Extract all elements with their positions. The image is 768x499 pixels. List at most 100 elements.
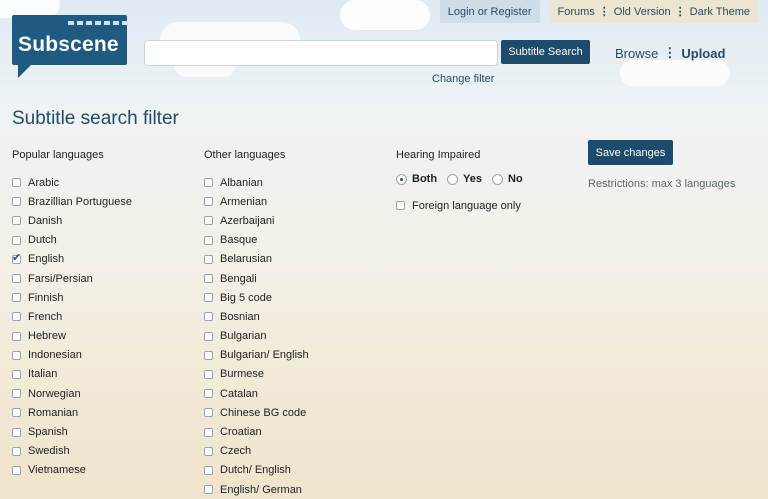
save-changes-button[interactable]: Save changes xyxy=(588,140,673,165)
language-checkbox[interactable] xyxy=(204,350,213,360)
subtitle-search-button[interactable]: Subtitle Search xyxy=(501,40,590,64)
language-option[interactable]: Bosnian xyxy=(204,307,309,326)
login-register-link[interactable]: Login or Register xyxy=(439,0,540,23)
language-option[interactable]: Dutch/ English xyxy=(204,461,309,480)
language-option[interactable]: Belarusian xyxy=(204,250,309,269)
language-checkbox[interactable] xyxy=(204,369,213,379)
language-option[interactable]: Azerbaijani xyxy=(204,211,309,230)
language-option[interactable]: Armenian xyxy=(204,192,309,211)
language-option[interactable]: Dutch xyxy=(12,231,132,250)
hearing-radio-label: Yes xyxy=(463,173,483,185)
language-checkbox[interactable] xyxy=(204,254,213,264)
language-checkbox[interactable] xyxy=(12,235,21,245)
language-checkbox[interactable] xyxy=(204,312,213,322)
language-checkbox[interactable] xyxy=(12,350,21,360)
foreign-language-only-checkbox[interactable] xyxy=(396,201,405,211)
language-option[interactable]: Arabic xyxy=(12,173,132,192)
forums-link[interactable]: Forums xyxy=(558,6,595,18)
foreign-language-only-option[interactable]: Foreign language only xyxy=(396,196,533,215)
language-checkbox[interactable] xyxy=(12,389,21,399)
language-checkbox[interactable] xyxy=(204,331,213,341)
language-checkbox[interactable] xyxy=(12,312,21,322)
language-checkbox[interactable] xyxy=(12,465,21,475)
language-option[interactable]: Czech xyxy=(204,442,309,461)
language-checkbox[interactable] xyxy=(204,446,213,456)
language-label: Spanish xyxy=(28,426,68,439)
cloud-decoration xyxy=(620,60,730,86)
language-checkbox[interactable] xyxy=(12,331,21,341)
language-checkbox[interactable] xyxy=(12,408,21,418)
main-nav: Browse ⋮ Upload xyxy=(615,45,725,61)
language-checkbox[interactable] xyxy=(12,446,21,456)
language-checkbox[interactable] xyxy=(204,274,213,284)
language-option[interactable]: Brazillian Portuguese xyxy=(12,192,132,211)
language-checkbox[interactable] xyxy=(204,389,213,399)
logo-text: Subscene xyxy=(18,33,119,56)
language-option[interactable]: Basque xyxy=(204,231,309,250)
language-label: Hebrew xyxy=(28,330,66,343)
language-checkbox[interactable] xyxy=(204,465,213,475)
language-option[interactable]: Hebrew xyxy=(12,327,132,346)
language-checkbox[interactable] xyxy=(204,293,213,303)
language-option[interactable]: Big 5 code xyxy=(204,288,309,307)
language-option[interactable]: Chinese BG code xyxy=(204,403,309,422)
language-option[interactable]: Romanian xyxy=(12,403,132,422)
language-option[interactable]: Finnish xyxy=(12,288,132,307)
language-option[interactable]: Norwegian xyxy=(12,384,132,403)
language-label: Bulgarian xyxy=(220,330,267,343)
subscene-logo[interactable]: Subscene xyxy=(12,15,128,65)
language-checkbox[interactable] xyxy=(204,197,213,207)
language-checkbox[interactable] xyxy=(12,251,21,264)
foreign-language-only-label: Foreign language only xyxy=(412,199,521,212)
hearing-impaired-column: Hearing Impaired Both Yes No Foreign langu… xyxy=(396,149,533,215)
language-checkbox[interactable] xyxy=(12,369,21,379)
language-checkbox[interactable] xyxy=(204,178,213,188)
language-option[interactable]: Danish xyxy=(12,211,132,230)
language-option[interactable]: Bengali xyxy=(204,269,309,288)
hearing-radio-yes[interactable] xyxy=(447,173,459,185)
language-option[interactable]: Catalan xyxy=(204,384,309,403)
upload-link[interactable]: Upload xyxy=(681,46,725,61)
language-option[interactable]: Albanian xyxy=(204,173,309,192)
language-checkbox[interactable] xyxy=(12,197,21,207)
language-label: Finnish xyxy=(28,291,64,304)
language-label: Dutch xyxy=(28,234,57,247)
separator: ⋮ xyxy=(598,6,610,18)
language-option[interactable]: Italian xyxy=(12,365,132,384)
language-checkbox[interactable] xyxy=(204,485,213,495)
hearing-radio-both[interactable] xyxy=(396,173,407,185)
language-label: Romanian xyxy=(28,406,79,419)
language-option[interactable]: Burmese xyxy=(204,365,309,384)
language-option[interactable]: Bulgarian/ English xyxy=(204,346,309,365)
language-checkbox[interactable] xyxy=(12,293,21,303)
language-option[interactable]: Croatian xyxy=(204,422,309,441)
language-option[interactable]: French xyxy=(12,307,132,326)
browse-link[interactable]: Browse xyxy=(615,46,658,61)
film-strip-icon xyxy=(68,21,128,25)
hearing-impaired-radio-group: Both Yes No xyxy=(396,169,533,189)
language-option[interactable]: Bulgarian xyxy=(204,327,309,346)
other-languages-column: Other languages Albanian Armenian Azerbaij… xyxy=(204,149,309,499)
language-option[interactable]: Vietnamese xyxy=(12,461,132,480)
search-input[interactable] xyxy=(144,40,498,66)
language-checkbox[interactable] xyxy=(12,178,21,188)
language-option[interactable]: Swedish xyxy=(12,442,132,461)
language-checkbox[interactable] xyxy=(204,216,213,226)
language-option[interactable]: English/ German xyxy=(204,480,309,499)
language-checkbox[interactable] xyxy=(204,427,213,437)
language-checkbox[interactable] xyxy=(12,274,21,284)
change-filter-link[interactable]: Change filter xyxy=(432,73,494,85)
language-option[interactable]: English xyxy=(12,250,132,269)
dark-theme-link[interactable]: Dark Theme xyxy=(690,6,750,18)
hearing-radio-no[interactable] xyxy=(492,173,504,185)
language-option[interactable]: Indonesian xyxy=(12,346,132,365)
old-version-link[interactable]: Old Version xyxy=(614,6,671,18)
language-checkbox[interactable] xyxy=(204,408,213,418)
language-label: Arabic xyxy=(28,176,60,189)
language-option[interactable]: Spanish xyxy=(12,422,132,441)
language-option[interactable]: Farsi/Persian xyxy=(12,269,132,288)
language-checkbox[interactable] xyxy=(12,216,21,226)
language-checkbox[interactable] xyxy=(204,235,213,245)
language-checkbox[interactable] xyxy=(12,427,21,437)
language-label: Croatian xyxy=(220,426,262,439)
